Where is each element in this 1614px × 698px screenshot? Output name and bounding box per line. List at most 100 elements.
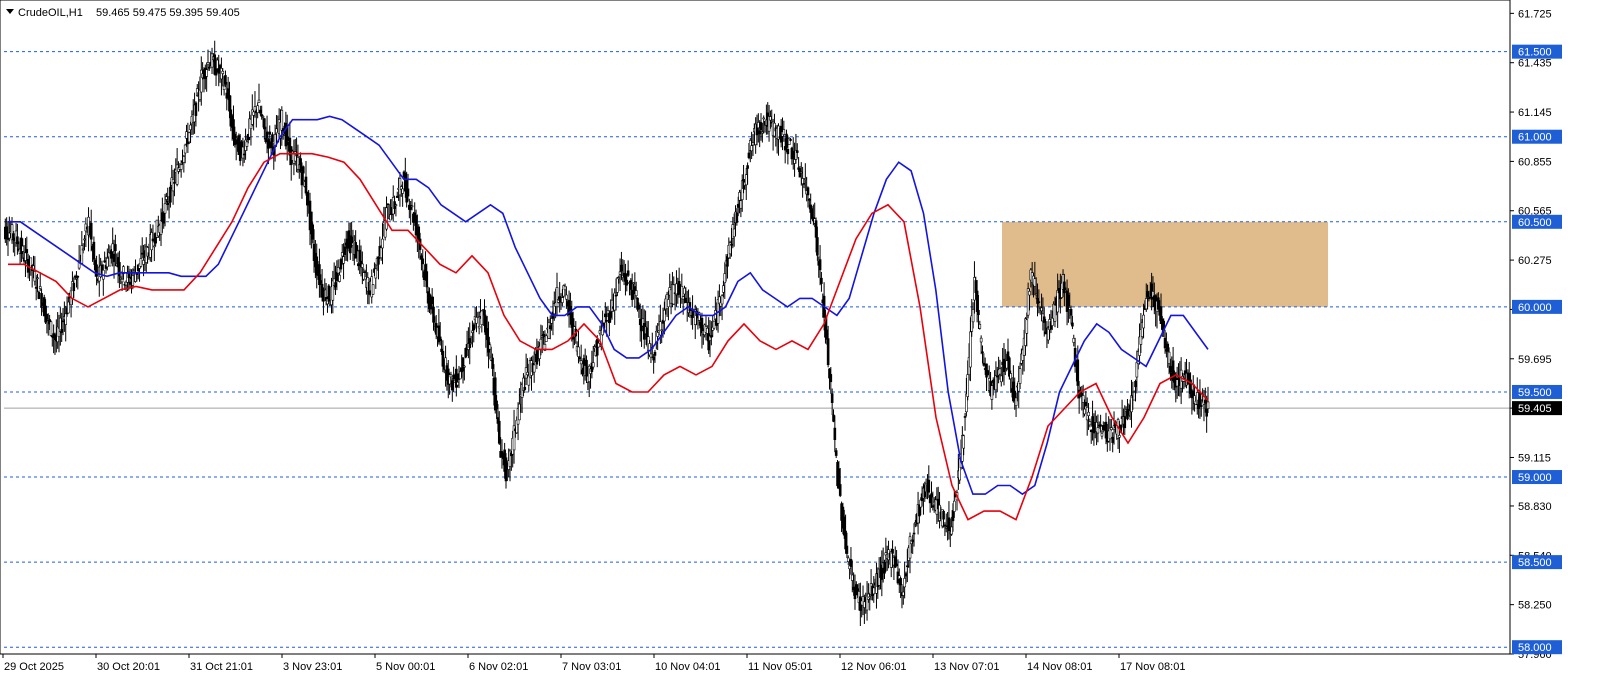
candle-body — [241, 146, 245, 159]
candle-body — [300, 172, 304, 186]
candle-body — [304, 176, 308, 194]
candle-body — [605, 320, 608, 322]
candle-body — [1014, 397, 1018, 406]
candle-body — [1033, 278, 1037, 287]
candle-body — [1076, 359, 1080, 386]
candle-body — [432, 306, 435, 323]
candle-body — [830, 393, 834, 403]
candle-body — [535, 348, 539, 365]
candle-body — [746, 165, 749, 169]
candle-body — [969, 331, 972, 368]
candle-body — [738, 192, 741, 201]
candle-body — [1096, 427, 1100, 434]
candle-body — [1005, 360, 1008, 369]
candle-body — [306, 191, 309, 206]
candle-body — [1169, 365, 1172, 373]
candle-body — [681, 296, 685, 300]
candle-body — [656, 332, 659, 337]
candle-body — [386, 203, 390, 206]
candle-body — [159, 220, 163, 235]
candle-body — [883, 562, 886, 574]
candle-body — [982, 362, 986, 366]
candle-body — [995, 375, 999, 378]
candle-body — [810, 208, 814, 219]
candle-body — [523, 386, 527, 390]
candle-body — [1037, 301, 1041, 303]
candle-body — [829, 374, 833, 383]
candle-body — [476, 316, 480, 318]
candle-body — [962, 435, 966, 449]
candle-body — [269, 141, 273, 149]
candle-body — [1089, 429, 1093, 433]
candle-body — [558, 296, 561, 301]
candle-body — [565, 294, 568, 300]
candle-body — [597, 342, 600, 348]
candle-body — [950, 526, 953, 535]
candle-body — [36, 277, 39, 280]
candle-body — [340, 252, 344, 257]
price-chart[interactable]: 61.72561.43561.14560.85560.56560.27559.9… — [0, 0, 1614, 698]
candle-body — [89, 222, 93, 240]
time-tick-label: 12 Nov 06:01 — [841, 661, 906, 673]
candle-body — [759, 122, 763, 130]
candle-body — [142, 260, 145, 265]
candle-body — [208, 66, 211, 69]
candle-body — [355, 245, 359, 252]
candle-body — [120, 278, 124, 283]
candle-body — [544, 335, 548, 342]
candle-body — [1204, 399, 1207, 404]
candle-body — [561, 297, 564, 303]
candle-body — [1191, 390, 1195, 396]
candle-body — [672, 284, 676, 305]
candle-body — [769, 116, 772, 121]
candle-body — [106, 257, 109, 268]
candle-body — [1111, 436, 1114, 443]
candle-body — [173, 181, 176, 184]
candle-body — [944, 527, 948, 529]
time-tick-label: 11 Nov 05:01 — [748, 661, 813, 673]
candle-body — [1205, 408, 1208, 417]
candle-body — [795, 150, 799, 153]
candle-body — [456, 381, 459, 386]
candle-body — [825, 329, 829, 340]
candle-body — [162, 213, 166, 224]
candle-body — [64, 313, 68, 325]
candle-body — [216, 59, 219, 69]
candle-body — [548, 325, 552, 330]
candle-body — [604, 313, 607, 318]
candle-body — [438, 336, 442, 342]
candle-body — [245, 141, 249, 147]
candle-body — [189, 124, 192, 130]
candle-body — [683, 287, 686, 295]
candle-body — [891, 548, 894, 554]
candle-body — [722, 285, 725, 293]
candle-body — [617, 277, 621, 280]
candle-body — [327, 285, 331, 302]
candle-body — [472, 324, 476, 331]
candle-body — [406, 188, 410, 197]
candle-body — [315, 256, 319, 276]
candle-body — [834, 450, 838, 456]
candle-body — [986, 370, 990, 376]
candle-body — [526, 372, 529, 376]
candle-body — [895, 563, 898, 566]
price-tick-label: 58.830 — [1518, 501, 1552, 513]
candle-body — [1056, 290, 1059, 313]
level-label-61.500: 61.500 — [1518, 47, 1552, 59]
candle-body — [739, 200, 743, 209]
candle-body — [994, 375, 998, 391]
candle-body — [579, 360, 583, 365]
candle-body — [947, 517, 951, 532]
candle-body — [469, 342, 473, 345]
candle-body — [814, 220, 818, 238]
candle-body — [49, 321, 53, 336]
candle-body — [816, 237, 819, 256]
candle-body — [1087, 411, 1090, 416]
candle-body — [76, 276, 80, 278]
candle-body — [1206, 401, 1210, 409]
candle-body — [577, 346, 580, 357]
candle-body — [1018, 368, 1022, 384]
level-label-60.500: 60.500 — [1518, 217, 1552, 229]
candle-body — [981, 351, 984, 354]
candle-body — [942, 510, 945, 520]
